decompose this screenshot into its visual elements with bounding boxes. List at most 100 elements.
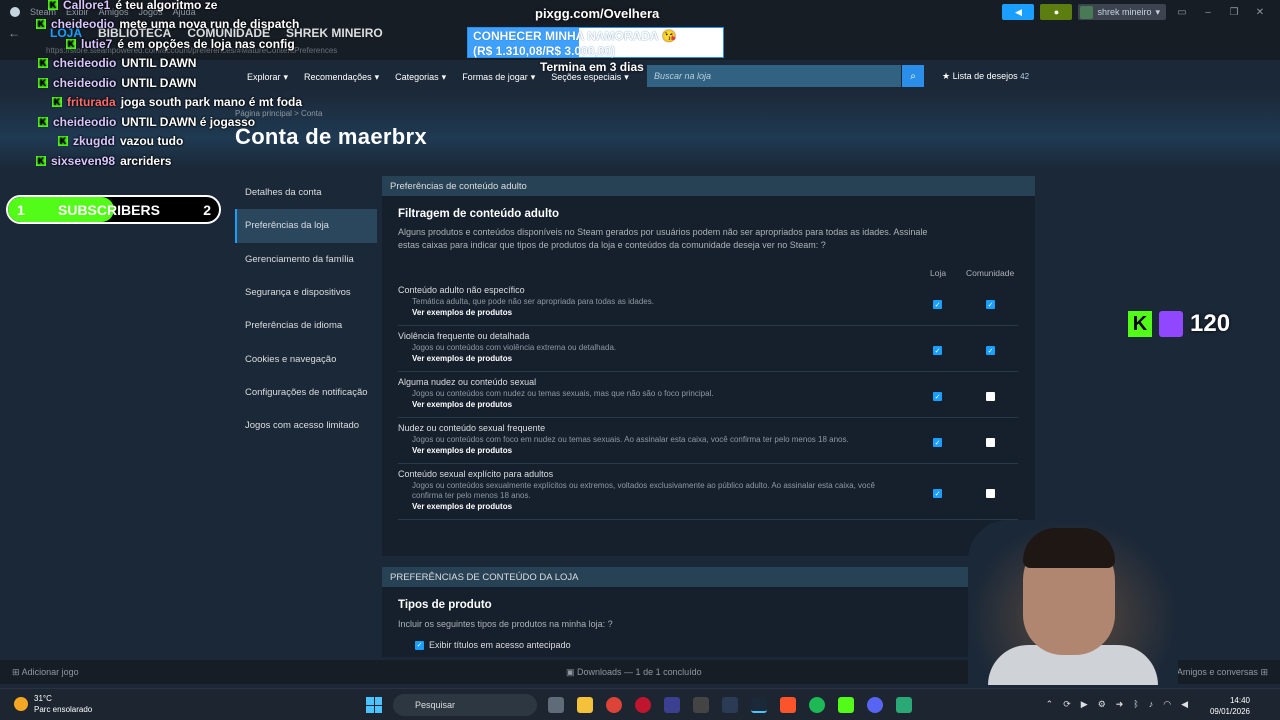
chevron-down-icon: ▾	[441, 71, 447, 82]
play-icon[interactable]: ▶	[1081, 699, 1088, 710]
table-row: Nudez ou conteúdo sexual frequente Jogos…	[398, 418, 1018, 464]
store-checkbox[interactable]: ✓	[933, 300, 942, 309]
opera-icon[interactable]	[635, 697, 651, 713]
community-checkbox[interactable]: ✓	[986, 300, 995, 309]
file-explorer-icon[interactable]	[577, 697, 593, 713]
sync-icon[interactable]: ⟳	[1063, 699, 1071, 710]
sun-icon	[14, 697, 28, 711]
kick-icon: K	[36, 156, 46, 166]
kick-logo-icon: K	[1128, 311, 1152, 337]
table-row: Violência frequente ou detalhada Jogos o…	[398, 326, 1018, 372]
webcam-feed	[968, 520, 1178, 685]
viewer-count-widget: K 120	[1128, 310, 1230, 338]
examples-link[interactable]: Ver exemplos de produtos	[412, 502, 512, 511]
downloads-status[interactable]: ▣ Downloads — 1 de 1 concluído	[566, 667, 702, 678]
sidebar-item-language[interactable]: Preferências de idioma	[235, 309, 377, 342]
sidebar-item-account-details[interactable]: Detalhes da conta	[235, 176, 377, 209]
system-tray: ⌃ ⟳ ▶ ⚙ ➜ ᛒ ♪ ◠ ◀	[1046, 699, 1188, 710]
kick-icon: K	[38, 78, 48, 88]
table-row: Conteúdo adulto não específico Temática …	[398, 280, 1018, 326]
examples-link[interactable]: Ver exemplos de produtos	[412, 446, 512, 455]
close-icon[interactable]: ✕	[1250, 7, 1270, 18]
chevron-down-icon: ▾	[283, 71, 289, 82]
community-checkbox[interactable]	[986, 392, 995, 401]
steam-icon[interactable]	[751, 697, 767, 713]
app-icon[interactable]	[722, 697, 738, 713]
wifi-icon[interactable]: ◠	[1163, 699, 1171, 710]
discord-icon[interactable]	[867, 697, 883, 713]
clock[interactable]: 14:40 09/01/2026	[1210, 695, 1250, 717]
goal-text: CONHECER MINHA NAMORADA 😘 (R$ 1.310,08/R$…	[473, 29, 677, 58]
store-checkbox[interactable]: ✓	[933, 346, 942, 355]
sidebar-item-restricted-games[interactable]: Jogos com acesso limitado	[235, 409, 377, 442]
tab-profile[interactable]: SHREK MINEIRO	[286, 26, 383, 40]
app-icon[interactable]	[664, 697, 680, 713]
back-icon[interactable]: ←	[8, 26, 20, 40]
store-checkbox[interactable]: ✓	[933, 438, 942, 447]
examples-link[interactable]: Ver exemplos de produtos	[412, 400, 512, 409]
community-checkbox[interactable]	[986, 489, 995, 498]
broadcast-button[interactable]: ◀	[1002, 4, 1035, 20]
store-checkbox[interactable]: ✓	[933, 489, 942, 498]
date: 09/01/2026	[1209, 707, 1250, 716]
nav-ways-to-play[interactable]: Formas de jogar ▾	[462, 72, 535, 83]
wishlist-count: 42	[1020, 72, 1030, 81]
sidebar-item-notifications[interactable]: Configurações de notificação	[235, 376, 377, 409]
weather-text: Parc ensolarado	[34, 705, 93, 714]
wishlist-link[interactable]: ★ Lista de desejos 42	[942, 71, 1029, 82]
taskbar-search[interactable]: Pesquisar	[393, 694, 537, 716]
weather-widget[interactable]: 31°C Parc ensolarado	[14, 693, 92, 715]
sidebar-item-cookies[interactable]: Cookies e navegação	[235, 342, 377, 375]
donation-goal-bar: CONHECER MINHA NAMORADA 😘 (R$ 1.310,08/R$…	[467, 27, 724, 58]
taskbar-apps	[548, 697, 912, 713]
kick-icon: K	[38, 117, 48, 127]
nav-categories[interactable]: Categorias ▾	[395, 72, 446, 83]
store-search-input[interactable]: Buscar na loja	[647, 65, 901, 87]
store-checkbox[interactable]: ✓	[933, 392, 942, 401]
kick-icon: K	[48, 0, 58, 10]
minimize-icon[interactable]: –	[1198, 7, 1218, 18]
content-rows: Conteúdo adulto não específico Temática …	[398, 280, 1018, 520]
mic-icon[interactable]: ♪	[1149, 699, 1154, 710]
early-access-option[interactable]: ✓ Exibir títulos em acesso antecipado	[415, 640, 571, 650]
chat-message: Klutie7 é em opções de loja nas config	[66, 37, 295, 51]
friends-chat-button[interactable]: Amigos e conversas ⊞	[1177, 667, 1268, 678]
windows-start-icon[interactable]	[366, 697, 382, 713]
add-game-button[interactable]: ⊞ Adicionar jogo	[12, 667, 79, 678]
chat-message: Ksixseven98 arcriders	[36, 154, 172, 168]
bell-icon: ●	[1053, 7, 1060, 17]
bluetooth-icon[interactable]: ᛒ	[1133, 699, 1138, 710]
community-checkbox[interactable]: ✓	[986, 346, 995, 355]
brave-icon[interactable]	[780, 697, 796, 713]
spotify-icon[interactable]	[809, 697, 825, 713]
task-view-icon[interactable]	[548, 697, 564, 713]
notifications-button[interactable]: ●	[1040, 4, 1073, 20]
volume-icon[interactable]: ◀	[1181, 699, 1188, 710]
nav-recommendations[interactable]: Recomendações ▾	[304, 72, 379, 83]
column-community: Comunidade	[966, 268, 1015, 278]
chevron-up-icon[interactable]: ⌃	[1046, 699, 1054, 710]
early-access-checkbox[interactable]: ✓	[415, 640, 424, 650]
user-menu[interactable]: shrek mineiro ▾	[1078, 4, 1166, 20]
community-checkbox[interactable]	[986, 438, 995, 447]
table-row: Alguma nudez ou conteúdo sexual Jogos ou…	[398, 372, 1018, 418]
obs-icon[interactable]	[693, 697, 709, 713]
sidebar-item-security[interactable]: Segurança e dispositivos	[235, 276, 377, 309]
adult-content-panel: Preferências de conteúdo adulto Filtrage…	[382, 176, 1035, 556]
settings-icon[interactable]: ⚙	[1098, 699, 1106, 710]
big-picture-icon[interactable]: ▭	[1172, 7, 1192, 18]
examples-link[interactable]: Ver exemplos de produtos	[412, 308, 512, 317]
search-button[interactable]: ⌕	[902, 65, 924, 87]
kick-icon: K	[36, 19, 46, 29]
examples-link[interactable]: Ver exemplos de produtos	[412, 354, 512, 363]
chat-message: Kzkugdd vazou tudo	[58, 134, 184, 148]
arrow-icon[interactable]: ➜	[1116, 699, 1124, 710]
sidebar-item-store-preferences[interactable]: Preferências da loja	[235, 209, 377, 243]
kick-icon[interactable]	[838, 697, 854, 713]
chrome-icon[interactable]	[606, 697, 622, 713]
notepad-icon[interactable]	[896, 697, 912, 713]
nav-explore[interactable]: Explorar ▾	[247, 72, 288, 83]
sidebar-item-family[interactable]: Gerenciamento da família	[235, 243, 377, 276]
maximize-icon[interactable]: ❐	[1224, 7, 1244, 18]
chat-icon: ⊞	[1260, 667, 1268, 677]
